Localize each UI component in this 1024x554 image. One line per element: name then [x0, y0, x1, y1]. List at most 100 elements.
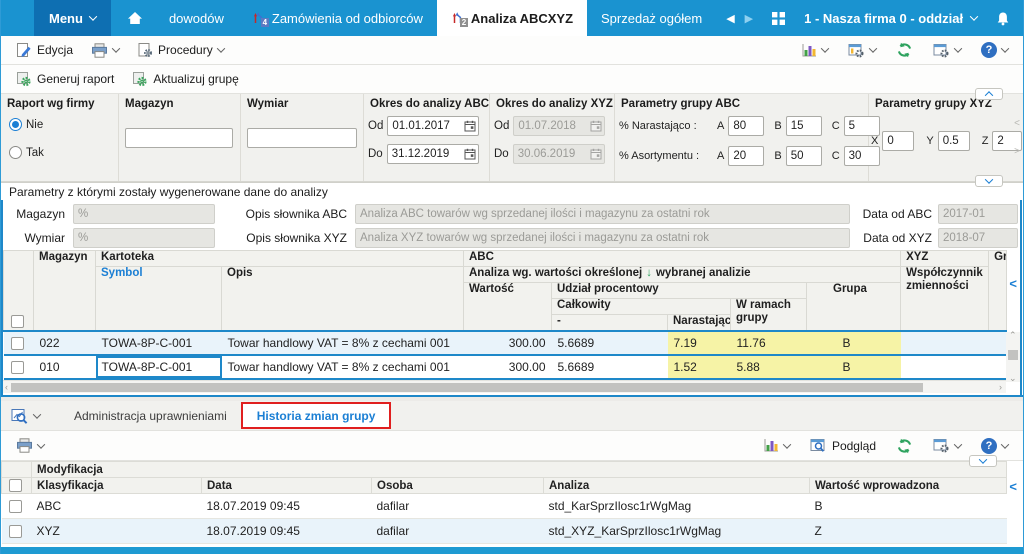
cell-analiza[interactable]: std_KarSprzIlosc1rWgMag [543, 493, 810, 519]
refresh-button[interactable] [889, 39, 920, 61]
menu-button[interactable]: Menu [34, 0, 111, 36]
print-button[interactable] [84, 40, 126, 61]
colgroup-udzial[interactable]: Udział procentowy [551, 282, 807, 299]
cell-calkowity[interactable]: 5.6689 [551, 353, 668, 380]
vscroll-thumb[interactable] [1008, 350, 1018, 360]
scroll-up-arrow[interactable]: ⌃ [1009, 330, 1017, 341]
vertical-scrollbar[interactable]: ⌃ ⌄ [1006, 330, 1020, 384]
chart-view-button[interactable] [756, 435, 797, 456]
colgroup-xyz[interactable]: XYZ [900, 250, 990, 267]
cell-w-ramach[interactable]: 11.76 [730, 329, 807, 355]
calendar-icon[interactable] [464, 148, 476, 160]
scroll-right-arrow[interactable]: › [999, 382, 1002, 392]
cell-grupa[interactable]: B [806, 329, 901, 355]
col-wspolczynnik[interactable]: Współczynnik zmienności [900, 266, 990, 331]
col-osoba[interactable]: Osoba [371, 477, 544, 494]
preview-button[interactable]: Podgląd [803, 435, 883, 456]
colgroup-modyfikacja[interactable]: Modyfikacja [30, 461, 1008, 478]
tab-scroll-left-button[interactable]: ◀ [726, 12, 734, 25]
abc-narastajaco-b-input[interactable] [785, 116, 822, 136]
organize-view-button[interactable] [926, 40, 968, 61]
col-data[interactable]: Data [201, 477, 372, 494]
cell-wspolczynnik[interactable] [900, 329, 989, 355]
select-all-checkbox[interactable] [9, 479, 22, 492]
row-checkbox[interactable] [10, 336, 24, 350]
col-symbol[interactable]: Symbol [95, 266, 222, 331]
cell-wspolczynnik[interactable] [900, 353, 989, 380]
cell-opis[interactable]: Towar handlowy VAT = 8% z cechami 001 [221, 329, 464, 355]
col-wartosc[interactable]: Wartość [463, 282, 552, 331]
apps-grid-button[interactable] [763, 11, 794, 25]
abc-narastajaco-a-input[interactable] [728, 116, 765, 136]
notifications-button[interactable] [987, 11, 1019, 26]
cell-symbol[interactable]: TOWA-8P-C-001 [95, 329, 222, 355]
help-button[interactable]: ? [974, 39, 1015, 61]
cell-wartosc[interactable]: 300.00 [463, 329, 552, 355]
cell-magazyn[interactable]: 022 [33, 329, 96, 355]
generate-report-button[interactable]: Generuj raport [9, 68, 121, 90]
scroll-down-arrow[interactable]: ⌄ [1009, 373, 1017, 384]
cell-klasyfikacja[interactable]: XYZ [31, 518, 202, 544]
analysis-view-button[interactable] [7, 406, 44, 426]
cell-symbol-focused[interactable]: TOWA-8P-C-001 [95, 353, 222, 380]
tab-sprzedaz[interactable]: Sprzedaż ogółem [587, 0, 716, 36]
collapse-filters-up-button[interactable] [975, 88, 1003, 100]
col-w-ramach[interactable]: W ramach grupy [730, 298, 807, 331]
colgroup-abc[interactable]: ABC [462, 250, 902, 267]
row-checkbox[interactable] [8, 525, 22, 539]
cell-wartosc[interactable]: 300.00 [463, 353, 552, 380]
xyz-y-input[interactable] [937, 131, 970, 151]
cell-klasyfikacja[interactable]: ABC [31, 493, 202, 519]
horizontal-scrollbar[interactable]: ‹ › [3, 380, 1006, 393]
abc-asortyment-b-input[interactable] [785, 146, 822, 166]
procedures-button[interactable]: Procedury [130, 39, 231, 61]
cell-opis[interactable]: Towar handlowy VAT = 8% z cechami 001 [221, 353, 464, 380]
colgroup-kartoteka[interactable]: Kartoteka [95, 250, 464, 267]
radio-tak[interactable] [9, 146, 22, 159]
company-selector[interactable]: 1 - Nasza firma 0 - oddział [794, 11, 987, 26]
table-row[interactable]: ABC 18.07.2019 09:45 dafilar std_KarSprz… [1, 493, 1007, 519]
col-opis[interactable]: Opis [221, 266, 464, 331]
cell-data[interactable]: 18.07.2019 09:45 [201, 493, 372, 519]
tab-dowodow[interactable]: dowodów [155, 0, 238, 36]
cell-extra[interactable] [988, 329, 1007, 355]
cell-analiza[interactable]: std_XYZ_KarSprzIlosc1rWgMag [543, 518, 810, 544]
table-row[interactable]: XYZ 18.07.2019 09:45 dafilar std_XYZ_Kar… [1, 518, 1007, 544]
magazyn-input[interactable] [125, 128, 233, 148]
tab-administracja-uprawnieniami[interactable]: Administracja uprawnieniami [60, 403, 241, 428]
update-group-button[interactable]: Aktualizuj grupę [125, 68, 245, 90]
cell-narastajaco[interactable]: 7.19 [667, 329, 731, 355]
home-button[interactable] [115, 0, 155, 36]
collapse-panel-left-button[interactable]: < [1009, 479, 1017, 494]
cell-w-ramach[interactable]: 5.88 [730, 353, 807, 380]
col-narastajaco[interactable]: Narastająco [667, 314, 731, 331]
row-checkbox[interactable] [10, 360, 24, 374]
collapse-panel-left-button[interactable]: < [1009, 276, 1017, 291]
calendar-icon[interactable] [464, 120, 476, 132]
wymiar-input[interactable] [247, 128, 357, 148]
cell-data[interactable]: 18.07.2019 09:45 [201, 518, 372, 544]
edit-button[interactable]: Edycja [9, 39, 80, 61]
collapse-bottom-panel-button[interactable] [969, 455, 997, 467]
cell-narastajaco[interactable]: 1.52 [667, 353, 731, 380]
col-klasyfikacja[interactable]: Klasyfikacja [31, 477, 202, 494]
hscroll-thumb[interactable] [11, 383, 923, 392]
select-all-checkbox[interactable] [11, 314, 24, 328]
panel-scroll-left-arrow[interactable]: < [1014, 118, 1020, 129]
cell-wartosc[interactable]: B [809, 493, 1007, 519]
row-checkbox[interactable] [8, 500, 22, 514]
colgroup-grupa-cut[interactable]: Gru [988, 250, 1008, 331]
cell-wartosc[interactable]: Z [809, 518, 1007, 544]
tab-scroll-right-button[interactable]: ▶ [745, 12, 753, 25]
cell-osoba[interactable]: dafilar [371, 518, 544, 544]
cell-grupa[interactable]: B [806, 353, 901, 380]
print-history-button[interactable] [9, 435, 51, 456]
abc-asortyment-a-input[interactable] [728, 146, 765, 166]
radio-nie[interactable] [9, 118, 22, 131]
tab-historia-zmian-grupy[interactable]: Historia zmian grupy [240, 402, 392, 429]
col-magazyn[interactable]: Magazyn [33, 250, 96, 331]
cell-osoba[interactable]: dafilar [371, 493, 544, 519]
cell-magazyn[interactable]: 010 [33, 353, 96, 380]
chart-view-button[interactable] [794, 40, 835, 61]
col-wartosc-wprowadzona[interactable]: Wartość wprowadzona [808, 477, 1008, 494]
